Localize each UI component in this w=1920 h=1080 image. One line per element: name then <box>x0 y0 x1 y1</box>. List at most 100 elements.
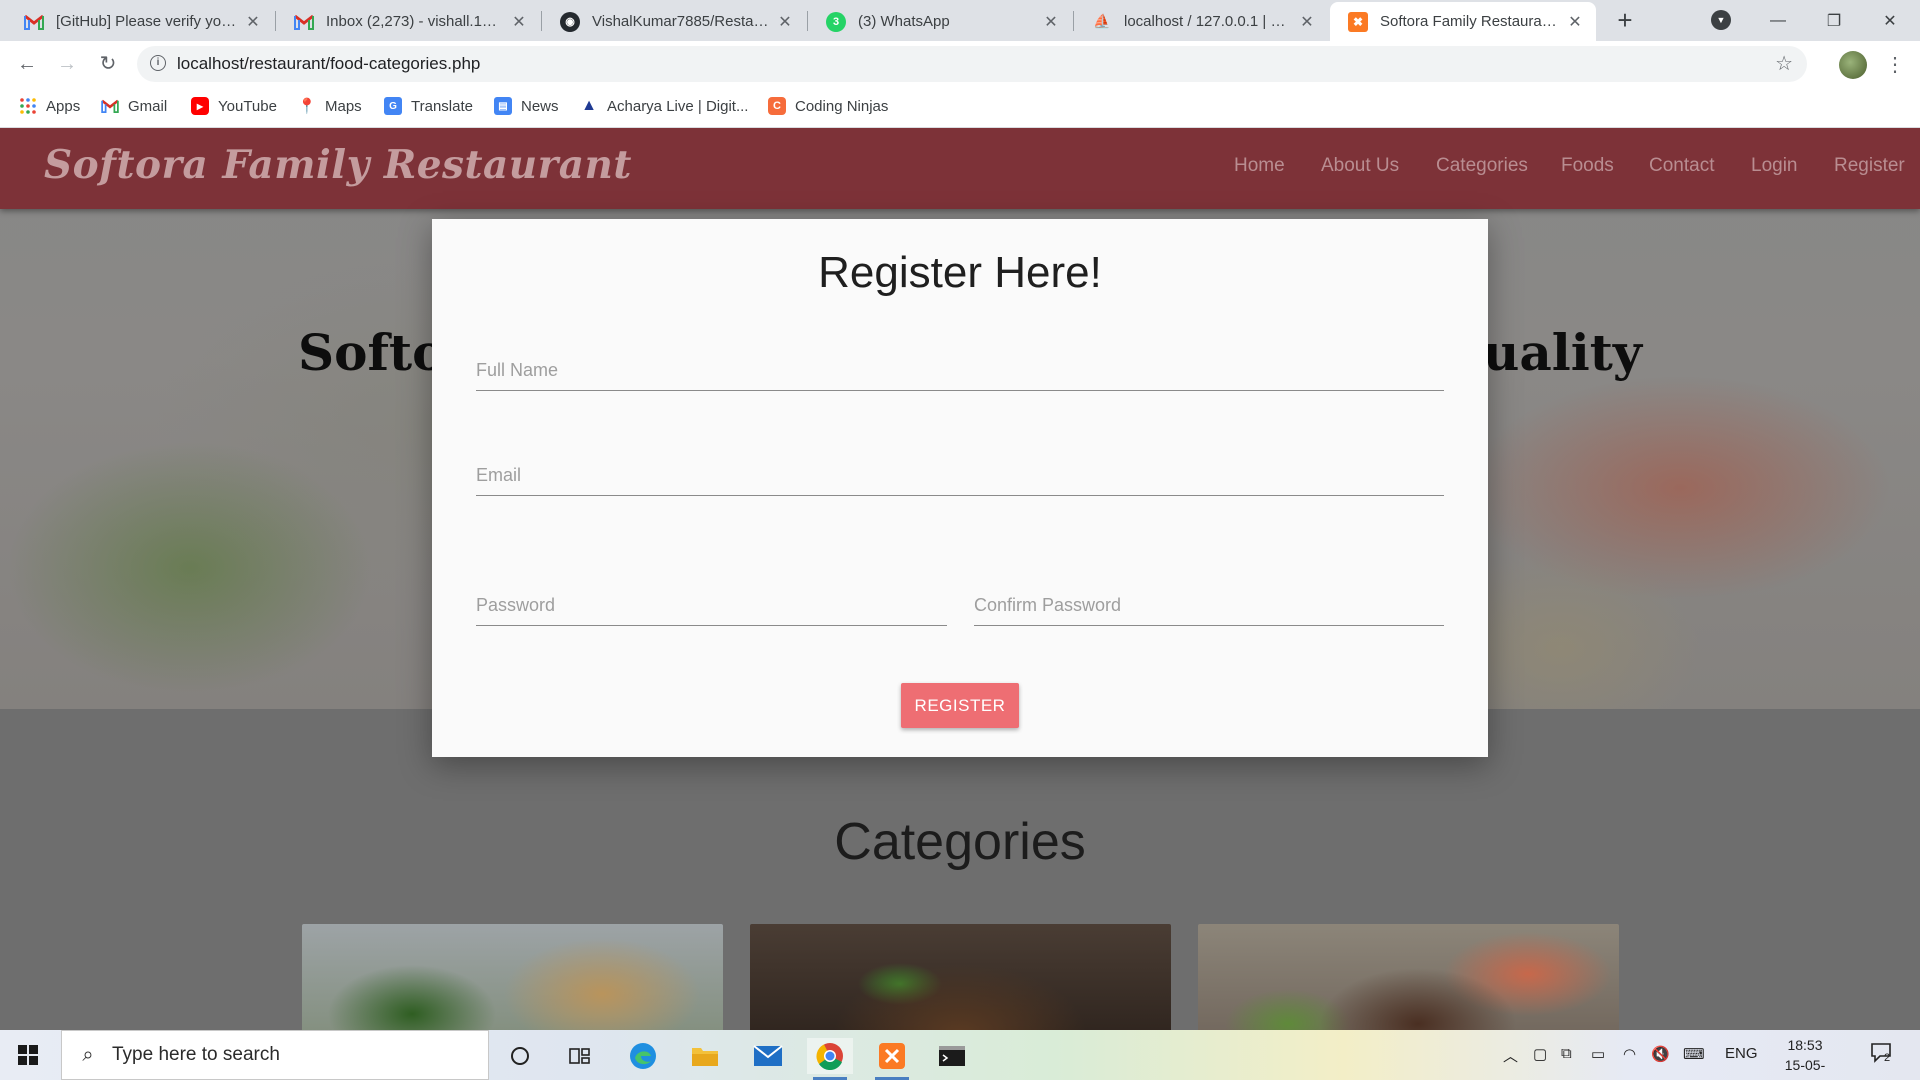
bookmark-acharya[interactable]: ▲ Acharya Live | Digit... <box>580 97 748 115</box>
github-icon: ◉ <box>560 11 580 32</box>
category-card-image[interactable] <box>302 924 723 1030</box>
close-tab-icon[interactable]: ✕ <box>510 12 528 32</box>
site-info-icon[interactable]: i <box>150 55 166 71</box>
bookmark-label: Maps <box>325 97 362 115</box>
modal-title: Register Here! <box>818 248 1102 297</box>
close-tab-icon[interactable]: ✕ <box>1566 12 1584 32</box>
profile-avatar[interactable] <box>1839 51 1867 79</box>
nav-contact[interactable]: Contact <box>1649 155 1714 177</box>
show-hidden-icons-icon[interactable]: ︿ <box>1503 1045 1518 1066</box>
keyboard-icon[interactable]: ⌨ <box>1683 1045 1705 1063</box>
whatsapp-icon: 3 <box>826 11 846 32</box>
meet-now-icon[interactable]: ▢ <box>1533 1045 1547 1063</box>
bookmark-label: Gmail <box>128 97 168 115</box>
translate-icon: G <box>384 97 402 115</box>
new-tab-button[interactable]: + <box>1610 6 1640 36</box>
tab-search-icon[interactable]: ▼ <box>1711 10 1731 30</box>
taskbar-search-placeholder: Type here to search <box>112 1044 280 1065</box>
nav-about-us[interactable]: About Us <box>1321 155 1399 177</box>
tab-inbox[interactable]: Inbox (2,273) - vishall.18.bec ✕ <box>276 2 540 41</box>
nav-login[interactable]: Login <box>1751 155 1798 177</box>
file-explorer-icon[interactable] <box>682 1038 728 1074</box>
back-icon[interactable]: ← <box>12 49 42 79</box>
category-card-image[interactable] <box>1198 924 1619 1030</box>
tab-title: (3) WhatsApp <box>858 13 950 30</box>
email-input[interactable] <box>476 456 1444 494</box>
mail-icon[interactable] <box>745 1038 791 1074</box>
full-name-field <box>476 351 1444 391</box>
xampp-icon: ✖ <box>1348 11 1368 32</box>
bookmark-news[interactable]: ▤ News <box>494 97 559 115</box>
volume-muted-icon[interactable]: 🔇 <box>1651 1045 1670 1063</box>
bookmark-coding-ninjas[interactable]: C Coding Ninjas <box>768 97 888 115</box>
browser-menu-icon[interactable]: ⋮ <box>1885 52 1905 77</box>
close-tab-icon[interactable]: ✕ <box>244 12 262 32</box>
windows-start-icon[interactable] <box>18 1045 38 1065</box>
battery-icon[interactable]: ▭ <box>1591 1045 1605 1063</box>
reload-icon[interactable]: ↻ <box>93 49 123 79</box>
terminal-icon[interactable] <box>929 1038 975 1074</box>
close-window-icon[interactable]: ✕ <box>1862 0 1918 41</box>
restore-icon[interactable]: ❐ <box>1806 0 1862 41</box>
browser-toolbar: ← → ↻ i localhost/restaurant/food-catego… <box>0 41 1920 88</box>
close-tab-icon[interactable]: ✕ <box>1298 12 1316 32</box>
tab-softora-active[interactable]: ✖ Softora Family Restaurant - ✕ <box>1330 2 1596 41</box>
nav-register[interactable]: Register <box>1834 155 1905 177</box>
bookmark-translate[interactable]: G Translate <box>384 97 473 115</box>
bookmark-label: YouTube <box>218 97 277 115</box>
tab-phpmyadmin[interactable]: ⛵ localhost / 127.0.0.1 | phpMy ✕ <box>1074 2 1328 41</box>
register-button[interactable]: REGISTER <box>901 683 1019 728</box>
forward-icon[interactable]: → <box>52 49 82 79</box>
tab-github-verify[interactable]: [GitHub] Please verify your d ✕ <box>6 2 274 41</box>
notification-center-icon[interactable]: 2 <box>1870 1042 1894 1068</box>
screen-capture-icon[interactable]: ⧉ <box>1561 1045 1572 1062</box>
minimize-icon[interactable]: — <box>1750 0 1806 41</box>
close-tab-icon[interactable]: ✕ <box>776 12 794 32</box>
bookmark-label: Acharya Live | Digit... <box>607 97 749 115</box>
site-navbar: Softora Family Restaurant Home About Us … <box>0 128 1920 209</box>
url-text: localhost/restaurant/food-categories.php <box>177 54 481 73</box>
clock-time: 18:53 <box>1787 1037 1823 1053</box>
bookmark-youtube[interactable]: ▶ YouTube <box>191 97 277 115</box>
address-bar[interactable]: i localhost/restaurant/food-categories.p… <box>137 46 1807 82</box>
tab-github-repo[interactable]: ◉ VishalKumar7885/Restaurant ✕ <box>542 2 806 41</box>
nav-home[interactable]: Home <box>1234 155 1285 177</box>
apps-grid-icon <box>19 97 37 115</box>
phpmyadmin-icon: ⛵ <box>1093 13 1111 29</box>
close-tab-icon[interactable]: ✕ <box>1042 12 1060 32</box>
tab-title: localhost / 127.0.0.1 | phpMy <box>1124 13 1292 30</box>
task-view-icon[interactable] <box>557 1038 603 1074</box>
gmail-icon <box>101 97 119 115</box>
tab-whatsapp[interactable]: 3 (3) WhatsApp ✕ <box>808 2 1072 41</box>
bookmark-apps[interactable]: Apps <box>19 97 80 115</box>
tab-title: Softora Family Restaurant - <box>1380 13 1560 30</box>
nav-categories[interactable]: Categories <box>1436 155 1528 177</box>
email-field <box>476 456 1444 496</box>
chrome-icon[interactable] <box>807 1038 853 1080</box>
tab-title: [GitHub] Please verify your d <box>56 13 238 30</box>
category-card-image[interactable] <box>750 924 1171 1030</box>
cortana-icon[interactable] <box>497 1038 543 1074</box>
nav-foods[interactable]: Foods <box>1561 155 1614 177</box>
taskbar-search-box[interactable]: ⌕ Type here to search <box>61 1030 489 1080</box>
acharya-icon: ▲ <box>581 97 597 114</box>
bookmark-star-icon[interactable]: ☆ <box>1775 51 1793 76</box>
youtube-icon: ▶ <box>191 97 209 115</box>
gmail-icon <box>24 12 44 32</box>
xampp-icon[interactable] <box>869 1038 915 1080</box>
password-input[interactable] <box>476 586 947 624</box>
confirm-password-input[interactable] <box>974 586 1444 624</box>
bookmarks-bar: Apps Gmail ▶ YouTube 📍 Maps G Translate … <box>0 88 1920 128</box>
system-clock[interactable]: 18:53 15-05-2021 <box>1770 1035 1840 1080</box>
bookmark-label: Translate <box>411 97 473 115</box>
bookmark-gmail[interactable]: Gmail <box>101 97 167 115</box>
hero-heading-right: uality <box>1483 323 1642 382</box>
search-icon: ⌕ <box>82 1043 94 1066</box>
edge-icon[interactable] <box>620 1038 666 1074</box>
language-indicator[interactable]: ENG <box>1725 1045 1758 1062</box>
wifi-icon[interactable]: ◠ <box>1623 1045 1636 1063</box>
bookmark-maps[interactable]: 📍 Maps <box>298 97 362 116</box>
web-page: Softo uality Softora Family Restaurant H… <box>0 128 1920 1030</box>
full-name-input[interactable] <box>476 351 1444 389</box>
site-brand-logo[interactable]: Softora Family Restaurant <box>44 142 632 188</box>
